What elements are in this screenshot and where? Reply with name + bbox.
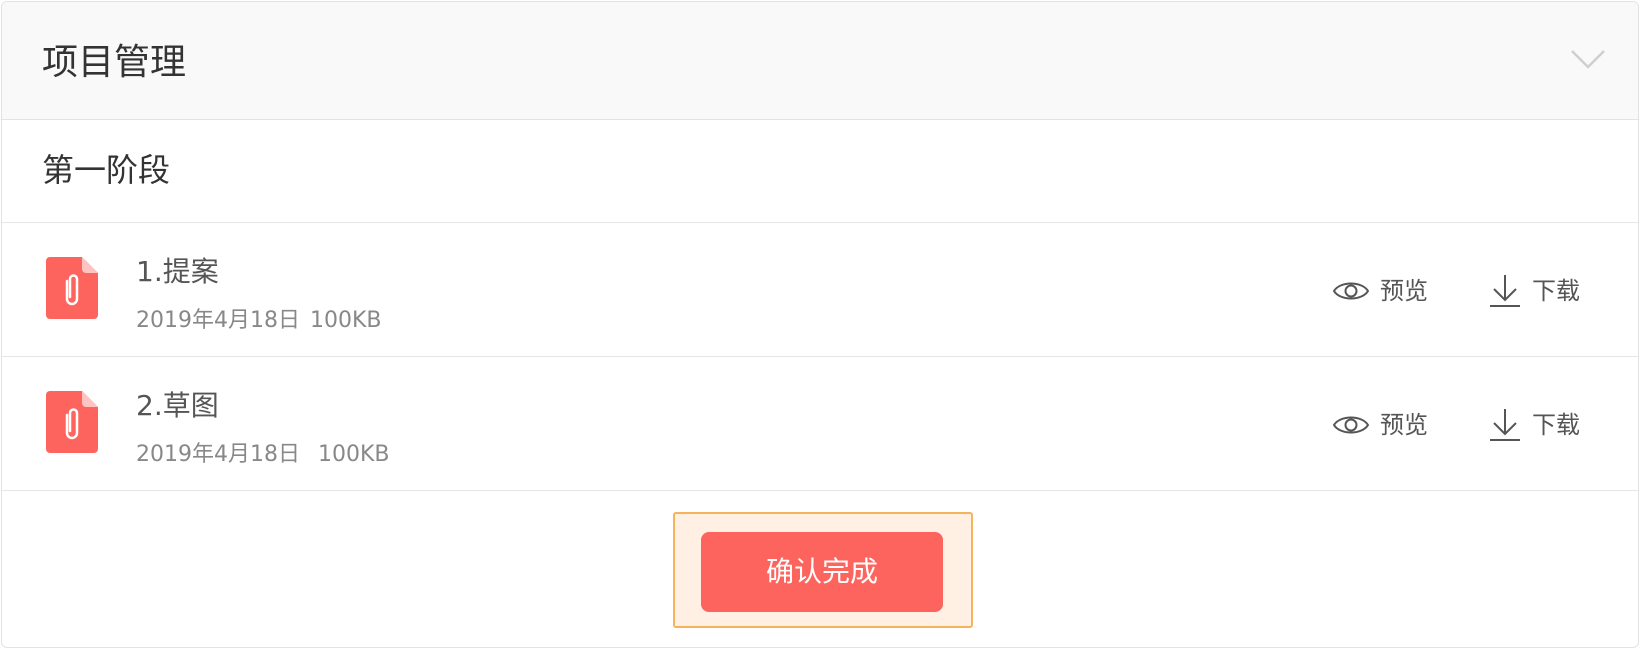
download-label: 下载 [1532,411,1580,439]
file-date: 2019年4月18日 [136,308,300,333]
paperclip-file-icon [46,391,98,453]
panel-header[interactable]: 项目管理 [2,2,1638,120]
download-button[interactable]: 下载 [1488,407,1580,443]
preview-button[interactable]: 预览 [1332,273,1428,309]
file-row: 2.草图 2019年4月18日 100KB 预览 下载 [2,357,1638,491]
download-icon [1490,409,1520,441]
file-size: 100KB [317,442,390,467]
file-name: 1.提案 [136,255,219,288]
download-label: 下载 [1532,277,1580,305]
confirm-highlight: 确认完成 [673,512,973,628]
stage-header: 第一阶段 [2,120,1638,223]
project-panel: 项目管理 第一阶段 1.提案 2019年4月18日 100KB 预览 下载 2.… [1,1,1639,648]
panel-title: 项目管理 [42,42,187,83]
preview-label: 预览 [1380,411,1428,439]
chevron-down-icon[interactable] [1570,48,1606,70]
file-name: 2.草图 [136,389,219,422]
confirm-complete-button[interactable]: 确认完成 [701,532,943,612]
file-row: 1.提案 2019年4月18日 100KB 预览 下载 [2,223,1638,357]
preview-label: 预览 [1380,277,1428,305]
download-icon [1490,275,1520,307]
preview-button[interactable]: 预览 [1332,407,1428,443]
file-size: 100KB [309,308,382,333]
eye-icon [1332,282,1370,300]
download-button[interactable]: 下载 [1488,273,1580,309]
stage-title: 第一阶段 [42,151,171,189]
file-meta: 2019年4月18日 100KB [136,441,390,469]
panel-footer: 确认完成 [2,490,1638,647]
eye-icon [1332,416,1370,434]
file-date: 2019年4月18日 [136,442,300,467]
paperclip-file-icon [46,257,98,319]
file-meta: 2019年4月18日 100KB [136,307,382,335]
